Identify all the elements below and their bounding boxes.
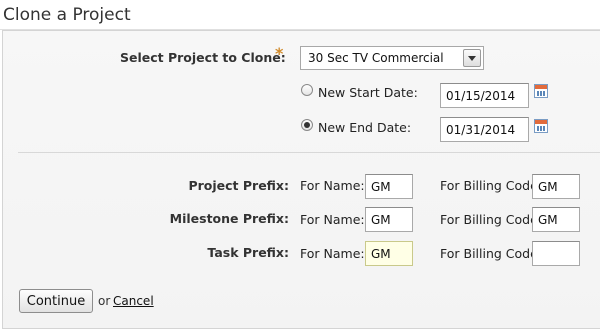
project-select[interactable]: 30 Sec TV Commercial <box>300 46 484 70</box>
continue-button[interactable]: Continue <box>19 289 93 313</box>
section-divider <box>18 152 600 153</box>
select-project-label: Select Project to Clone: <box>120 50 286 65</box>
or-text: or <box>98 294 111 308</box>
chevron-down-icon[interactable] <box>463 49 481 67</box>
for-billing-code-label: For Billing Code: <box>440 212 543 227</box>
new-end-date-label: New End Date: <box>318 120 412 135</box>
new-end-date-input[interactable] <box>440 117 529 142</box>
for-billing-code-label: For Billing Code: <box>440 246 543 261</box>
new-start-date-label: New Start Date: <box>318 85 418 100</box>
new-start-date-radio[interactable] <box>301 84 313 96</box>
milestone-prefix-label: Milestone Prefix: <box>169 211 289 226</box>
task-prefix-billing-input[interactable] <box>532 241 580 266</box>
page-title: Clone a Project <box>3 5 131 25</box>
for-billing-code-label: For Billing Code: <box>440 178 543 193</box>
required-mark: * <box>275 44 284 63</box>
task-prefix-name-input[interactable] <box>365 241 413 266</box>
milestone-prefix-billing-input[interactable] <box>532 207 580 232</box>
calendar-icon[interactable] <box>534 119 548 133</box>
calendar-icon[interactable] <box>534 84 548 98</box>
project-select-value: 30 Sec TV Commercial <box>308 51 444 65</box>
for-name-label: For Name: <box>300 178 365 193</box>
project-prefix-billing-input[interactable] <box>532 174 580 199</box>
task-prefix-label: Task Prefix: <box>207 245 289 260</box>
project-prefix-name-input[interactable] <box>365 174 413 199</box>
milestone-prefix-name-input[interactable] <box>365 207 413 232</box>
for-name-label: For Name: <box>300 212 365 227</box>
cancel-link[interactable]: Cancel <box>113 294 154 308</box>
new-start-date-input[interactable] <box>440 83 529 108</box>
for-name-label: For Name: <box>300 246 365 261</box>
project-prefix-label: Project Prefix: <box>188 178 289 193</box>
new-end-date-radio[interactable] <box>301 119 313 131</box>
